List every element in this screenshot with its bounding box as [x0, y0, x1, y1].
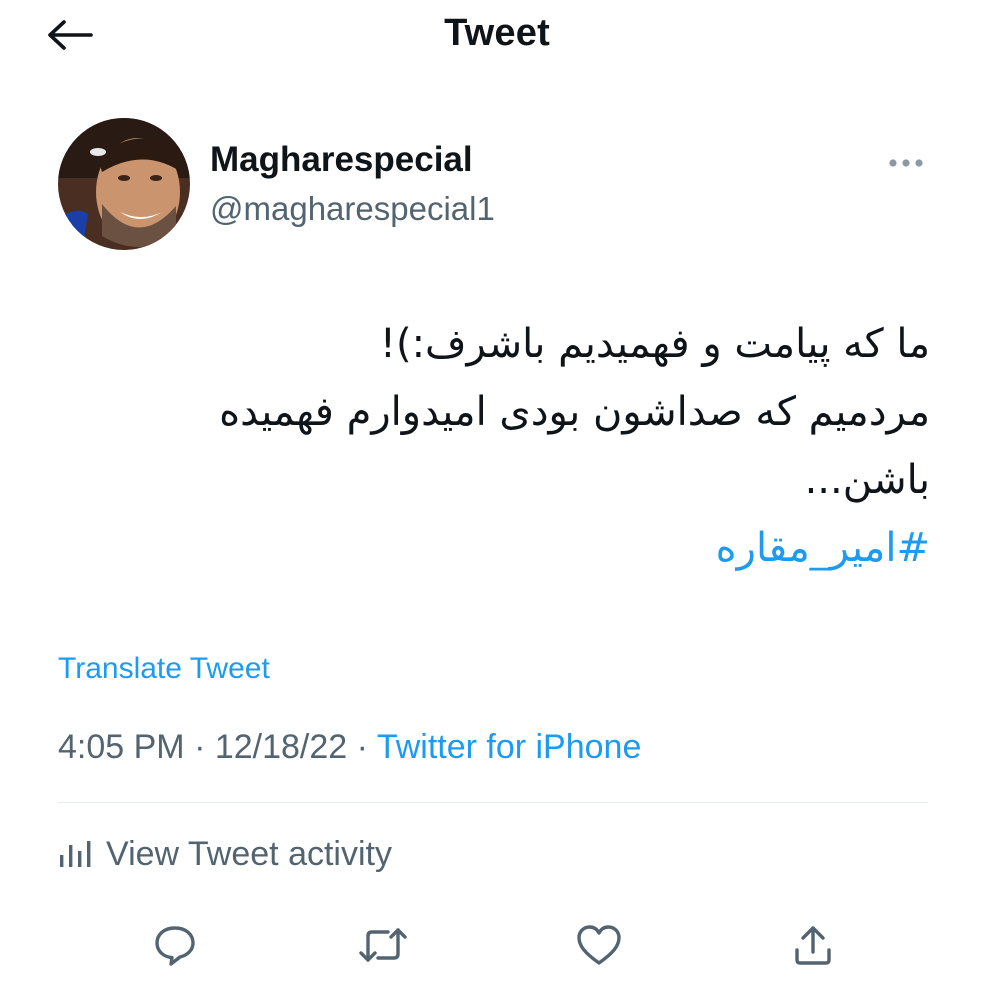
profile-photo [58, 118, 190, 250]
view-tweet-activity-label: View Tweet activity [106, 834, 392, 873]
tweet-text: ما که پیامت و فهمیدیم باشرف:)! مردمیم که… [40, 310, 930, 582]
tweet-date: 12/18/22 [214, 728, 348, 766]
more-options-button[interactable] [878, 148, 934, 178]
view-tweet-activity-button[interactable]: View Tweet activity [58, 832, 392, 876]
meta-separator: · [347, 728, 377, 766]
reply-button[interactable] [148, 918, 202, 972]
share-icon [795, 926, 831, 965]
like-icon [577, 925, 621, 965]
tweet-text-line: مردمیم که صداشون بودی امیدوارم فهمیده [219, 389, 930, 435]
header: Tweet [0, 0, 994, 70]
author-handle[interactable]: @magharespecial1 [210, 190, 495, 228]
tweet-text-line: ما که پیامت و فهمیدیم باشرف:)! [379, 321, 930, 367]
tweet-metadata: 4:05 PM · 12/18/22 · Twitter for iPhone [58, 728, 641, 767]
like-button[interactable] [572, 918, 626, 972]
avatar[interactable] [58, 118, 190, 250]
retweet-icon [359, 928, 407, 962]
translate-tweet-link[interactable]: Translate Tweet [58, 652, 270, 686]
author-display-name[interactable]: Magharespecial [210, 140, 473, 180]
share-button[interactable] [786, 918, 840, 972]
reply-icon [155, 926, 195, 966]
page-title: Tweet [444, 12, 550, 54]
tweet-text-line: باشن... [804, 457, 930, 503]
analytics-icon [60, 841, 91, 867]
tweet-time: 4:05 PM [58, 728, 185, 766]
meta-separator: · [184, 728, 215, 766]
more-horizontal-icon [889, 159, 923, 167]
tweet-source-link[interactable]: Twitter for iPhone [377, 728, 642, 766]
retweet-button[interactable] [356, 918, 410, 972]
divider [58, 802, 928, 803]
hashtag-link[interactable]: #امیر_مقاره [40, 514, 930, 582]
